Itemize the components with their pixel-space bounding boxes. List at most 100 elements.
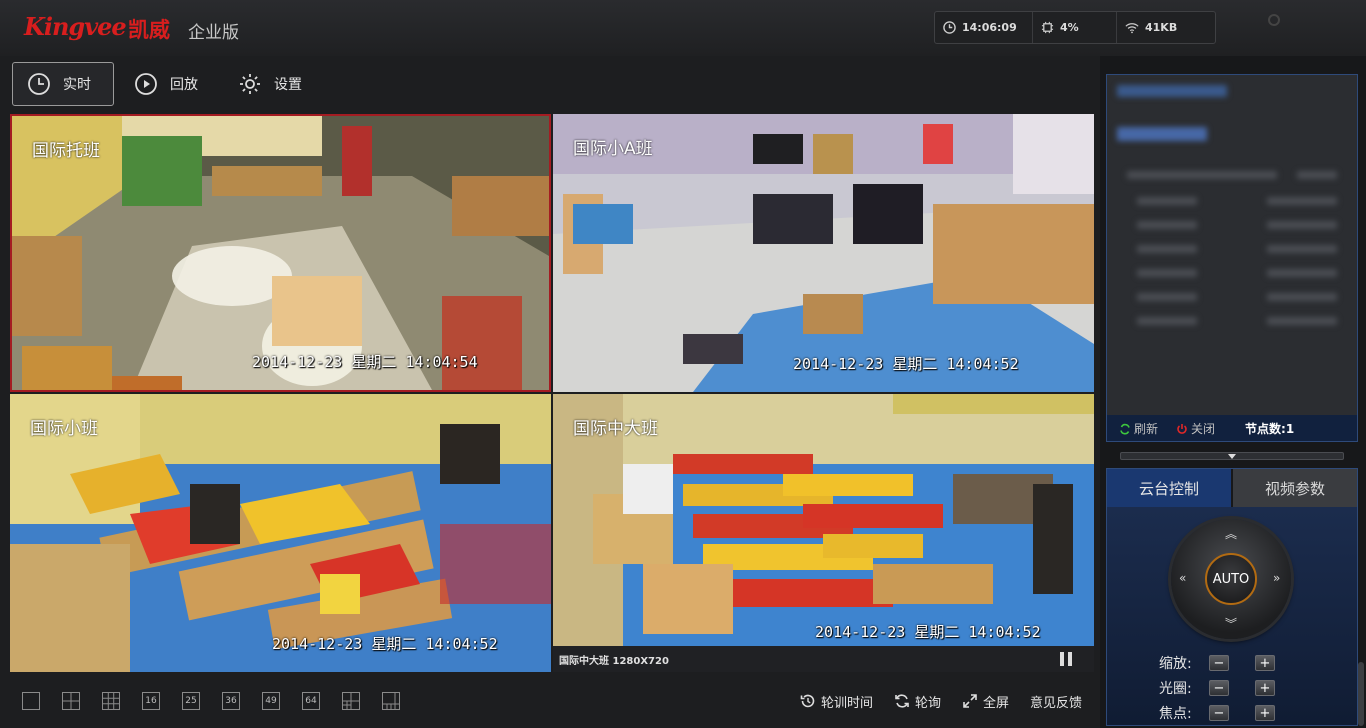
- camera-timestamp: 2014-12-23 星期二 14:04:54: [252, 351, 478, 372]
- scrollbar[interactable]: [1358, 662, 1364, 726]
- refresh-icon: [894, 693, 910, 709]
- camera-feed-wrap: 国际中大班 2014-12-23 星期二 14:04:52: [553, 394, 1094, 646]
- zoom-plus-button[interactable]: +: [1255, 655, 1275, 671]
- collapse-handle[interactable]: [1120, 452, 1344, 460]
- app-window: Kingvee 凯威 企业版 14:06:09 4% 41KB 实时: [0, 0, 1366, 728]
- tour-button[interactable]: 轮询: [894, 690, 941, 712]
- tour-time-label: 轮训时间: [821, 692, 873, 711]
- nav-settings-button[interactable]: 设置: [224, 62, 324, 106]
- layout-1-button[interactable]: [22, 692, 40, 710]
- expand-icon: [962, 693, 978, 709]
- ptz-tabs: 云台控制 视频参数: [1107, 469, 1357, 507]
- gear-icon: [238, 72, 262, 96]
- video-tile-3[interactable]: 国际小班 2014-12-23 星期二 14:04:52: [10, 394, 551, 672]
- layout-16-button[interactable]: 16: [142, 692, 160, 710]
- title-bar: Kingvee 凯威 企业版 14:06:09 4% 41KB: [0, 0, 1366, 56]
- fullscreen-label: 全屏: [983, 692, 1009, 711]
- layout-9-button[interactable]: [102, 692, 120, 710]
- node-count: 节点数:1: [1245, 420, 1294, 437]
- clock-status: 14:06:09: [935, 12, 1033, 43]
- chevron-down-icon: [1228, 454, 1236, 459]
- layout-custom-button[interactable]: [342, 692, 360, 710]
- grid-custom-icon: [343, 693, 359, 709]
- power-icon: [1176, 423, 1188, 435]
- feedback-button[interactable]: 意见反馈: [1030, 690, 1082, 712]
- ptz-joystick[interactable]: ︽ ︾ « » AUTO: [1171, 519, 1291, 639]
- chevron-down-icon[interactable]: ︾: [1225, 615, 1237, 632]
- tour-time-button[interactable]: 轮训时间: [800, 690, 873, 712]
- nav-settings-label: 设置: [274, 74, 302, 94]
- ptz-panel: 云台控制 视频参数 ︽ ︾ « » AUTO 缩放: − + 光圈: − +: [1106, 468, 1358, 726]
- camera-timestamp: 2014-12-23 星期二 14:04:52: [793, 353, 1019, 374]
- cpu-status: 4%: [1033, 12, 1117, 43]
- wifi-icon: [1125, 22, 1139, 34]
- nav-playback-label: 回放: [170, 74, 198, 94]
- clock-icon: [943, 21, 956, 34]
- zoom-label: 缩放:: [1159, 653, 1201, 673]
- video-grid: 国际托班 2014-12-23 星期二 14:04:54: [10, 114, 1094, 674]
- chevron-right-icon[interactable]: »: [1273, 571, 1280, 585]
- refresh-icon: [1119, 423, 1131, 435]
- grid-custom2-icon: [383, 693, 399, 709]
- iris-minus-button[interactable]: −: [1209, 680, 1229, 696]
- tab-ptz-control[interactable]: 云台控制: [1107, 469, 1233, 507]
- layout-4-button[interactable]: [62, 692, 80, 710]
- refresh-button[interactable]: 刷新: [1119, 420, 1158, 437]
- layout-36-button[interactable]: 36: [222, 692, 240, 710]
- nav-live-label: 实时: [63, 74, 91, 94]
- close-button[interactable]: 关闭: [1176, 420, 1215, 437]
- camera-name: 国际托班: [32, 136, 100, 161]
- tour-label: 轮询: [915, 692, 941, 711]
- play-icon: [134, 72, 158, 96]
- network-value: 41KB: [1145, 21, 1177, 34]
- focus-minus-button[interactable]: −: [1209, 705, 1229, 721]
- cpu-value: 4%: [1060, 21, 1079, 34]
- network-status: 41KB: [1117, 12, 1215, 43]
- pause-icon[interactable]: [1058, 651, 1074, 667]
- nav-live-button[interactable]: 实时: [12, 62, 114, 106]
- focus-row: 焦点: − +: [1159, 703, 1275, 723]
- grid-4-icon: [63, 693, 79, 709]
- close-label: 关闭: [1191, 420, 1215, 437]
- device-panel-footer: 刷新 关闭 节点数:1: [1107, 415, 1357, 442]
- camera-name: 国际中大班: [573, 414, 658, 439]
- brand-logo: Kingvee: [24, 12, 126, 41]
- layout-custom2-button[interactable]: [382, 692, 400, 710]
- iris-row: 光圈: − +: [1159, 678, 1275, 698]
- camera-name: 国际小A班: [573, 134, 653, 159]
- device-tree-panel: 刷新 关闭 节点数:1: [1106, 74, 1358, 442]
- main-nav: 实时 回放 设置: [0, 58, 1100, 110]
- right-panel: 刷新 关闭 节点数:1 云台控制 视频参数 ︽ ︾ « »: [1100, 56, 1366, 728]
- grid-9-icon: [103, 693, 119, 709]
- edition-label: 企业版: [188, 18, 239, 43]
- layout-25-button[interactable]: 25: [182, 692, 200, 710]
- cpu-icon: [1041, 21, 1054, 34]
- fullscreen-button[interactable]: 全屏: [962, 690, 1009, 712]
- window-control-icon[interactable]: [1268, 14, 1280, 26]
- layout-64-button[interactable]: 64: [302, 692, 320, 710]
- focus-plus-button[interactable]: +: [1255, 705, 1275, 721]
- video-tile-1[interactable]: 国际托班 2014-12-23 星期二 14:04:54: [10, 114, 551, 392]
- history-icon: [800, 693, 816, 709]
- refresh-label: 刷新: [1134, 420, 1158, 437]
- iris-plus-button[interactable]: +: [1255, 680, 1275, 696]
- bottom-toolbar: 16 25 36 49 64 轮训时间 轮询 全屏 意见反馈: [0, 676, 1100, 728]
- device-tree[interactable]: [1107, 75, 1357, 415]
- video-tile-2[interactable]: 国际小A班 2014-12-23 星期二 14:04:52: [553, 114, 1094, 392]
- iris-label: 光圈:: [1159, 678, 1201, 698]
- tile-info-text: 国际中大班 1280X720: [559, 652, 669, 667]
- brand-logo-cn: 凯威: [128, 14, 170, 44]
- auto-button[interactable]: AUTO: [1205, 553, 1257, 605]
- nav-playback-button[interactable]: 回放: [120, 62, 216, 106]
- camera-timestamp: 2014-12-23 星期二 14:04:52: [272, 633, 498, 654]
- status-panel: 14:06:09 4% 41KB: [934, 11, 1216, 44]
- zoom-minus-button[interactable]: −: [1209, 655, 1229, 671]
- chevron-left-icon[interactable]: «: [1179, 571, 1186, 585]
- tile-info-bar: 国际中大班 1280X720: [553, 646, 1094, 672]
- tab-video-params[interactable]: 视频参数: [1233, 469, 1357, 507]
- chevron-up-icon[interactable]: ︽: [1225, 525, 1237, 542]
- clock-value: 14:06:09: [962, 21, 1017, 34]
- zoom-row: 缩放: − +: [1159, 653, 1275, 673]
- video-tile-4[interactable]: 国际中大班 2014-12-23 星期二 14:04:52 国际中大班 1280…: [553, 394, 1094, 672]
- layout-49-button[interactable]: 49: [262, 692, 280, 710]
